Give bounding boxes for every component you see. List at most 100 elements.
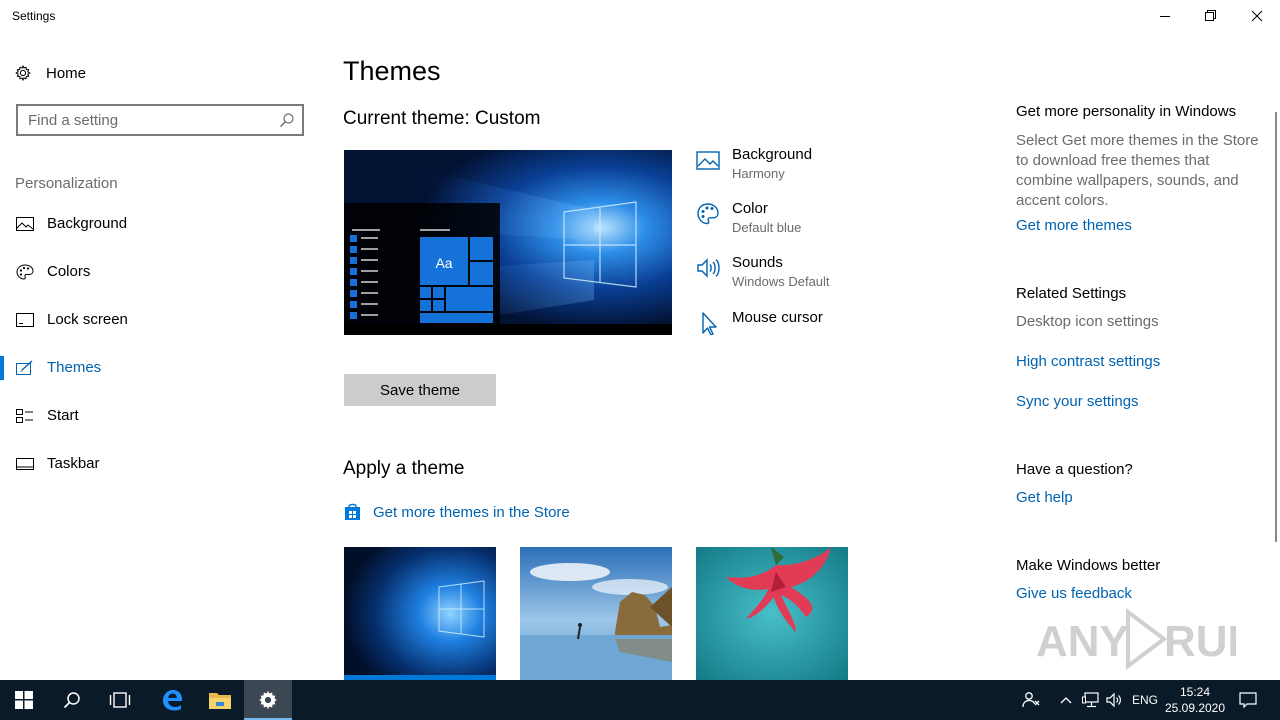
minimize-icon xyxy=(1160,16,1170,17)
palette-icon xyxy=(697,203,719,225)
clock-date: 25.09.2020 xyxy=(1164,701,1226,715)
sidebar-item-label: Taskbar xyxy=(47,455,100,472)
gear-icon xyxy=(15,65,31,81)
palette-icon xyxy=(16,264,34,280)
sidebar-item-label: Lock screen xyxy=(47,311,128,328)
image-icon xyxy=(16,217,34,231)
sidebar-item-label: Background xyxy=(47,215,128,232)
desktop-icon-settings-link: Desktop icon settings xyxy=(1016,313,1159,330)
apply-theme-heading: Apply a theme xyxy=(343,458,465,479)
theme-thumbnail-flower[interactable] xyxy=(696,547,848,680)
property-value: Harmony xyxy=(732,166,785,181)
settings-window: Settings Home Find a setting Personaliza… xyxy=(0,0,1280,680)
give-feedback-link[interactable]: Give us feedback xyxy=(1016,585,1132,602)
current-theme-heading: Current theme: Custom xyxy=(343,108,540,130)
gear-icon xyxy=(259,691,277,709)
store-bag-icon xyxy=(345,503,360,520)
page-title: Themes xyxy=(343,56,441,86)
restore-button[interactable] xyxy=(1188,0,1234,32)
action-center-button[interactable] xyxy=(1234,680,1262,720)
sidebar-item-taskbar[interactable]: Taskbar xyxy=(0,444,320,484)
brush-icon xyxy=(16,360,33,375)
make-windows-better-heading: Make Windows better xyxy=(1016,557,1161,574)
edge-taskbar-button[interactable] xyxy=(148,680,196,720)
get-help-link[interactable]: Get help xyxy=(1016,489,1073,506)
network-tray-button[interactable] xyxy=(1080,680,1102,720)
search-icon xyxy=(63,692,80,709)
start-button[interactable] xyxy=(0,680,48,720)
wallpaper-preview-image: Aa xyxy=(344,150,672,335)
current-theme-label: Current theme: xyxy=(343,108,470,129)
windows-theme-image xyxy=(344,547,496,680)
people-icon xyxy=(1022,692,1040,708)
preview-tile-text: Aa xyxy=(435,255,452,271)
search-input[interactable]: Find a setting xyxy=(28,112,118,129)
sidebar-item-background[interactable]: Background xyxy=(0,204,320,244)
close-button[interactable] xyxy=(1234,0,1280,32)
search-taskbar-button[interactable] xyxy=(48,680,96,720)
property-value: Windows Default xyxy=(732,274,830,289)
sync-settings-link[interactable]: Sync your settings xyxy=(1016,393,1139,410)
close-icon xyxy=(1251,10,1263,22)
language-indicator[interactable]: ENG xyxy=(1130,680,1160,720)
flower-theme-image xyxy=(696,547,848,680)
sidebar-item-label: Colors xyxy=(47,263,91,280)
svg-text:RUN: RUN xyxy=(1164,617,1236,666)
image-icon xyxy=(696,151,720,170)
taskbar-icon xyxy=(16,458,34,470)
home-link[interactable]: Home xyxy=(15,62,86,84)
theme-thumbnail-windows[interactable] xyxy=(344,547,496,680)
section-label: Personalization xyxy=(15,175,118,192)
start-icon xyxy=(16,409,33,423)
anyrun-watermark-logo: ANY RUN xyxy=(1036,608,1236,670)
clock[interactable]: 15:24 25.09.2020 xyxy=(1160,684,1230,716)
minimize-button[interactable] xyxy=(1142,0,1188,32)
file-explorer-taskbar-button[interactable] xyxy=(196,680,244,720)
property-name: Sounds xyxy=(732,254,783,271)
search-icon[interactable] xyxy=(279,112,295,128)
title-bar: Settings xyxy=(0,0,1280,32)
search-box[interactable]: Find a setting xyxy=(16,104,304,136)
lock-screen-icon xyxy=(16,313,34,327)
volume-icon xyxy=(1106,692,1121,708)
save-theme-button[interactable]: Save theme xyxy=(344,374,496,406)
people-tray-button[interactable] xyxy=(1018,680,1044,720)
edge-browser-icon xyxy=(163,690,182,711)
cursor-icon xyxy=(702,312,717,335)
speaker-icon xyxy=(697,258,720,278)
restore-icon xyxy=(1205,10,1216,21)
related-settings-heading: Related Settings xyxy=(1016,285,1127,302)
taskbar: ENG 15:24 25.09.2020 xyxy=(0,680,1280,720)
get-more-themes-link[interactable]: Get more themes xyxy=(1016,217,1132,234)
folder-icon xyxy=(209,693,231,709)
high-contrast-settings-link[interactable]: High contrast settings xyxy=(1016,353,1160,370)
scrollbar[interactable] xyxy=(1275,112,1277,542)
sidebar-item-start[interactable]: Start xyxy=(0,396,320,436)
network-icon xyxy=(1082,692,1099,708)
chevron-up-icon xyxy=(1060,697,1072,704)
clock-time: 15:24 xyxy=(1179,685,1211,699)
sidebar-item-label: Start xyxy=(47,407,79,424)
personality-text: Select Get more themes in the Store to d… xyxy=(1016,132,1259,209)
personality-heading: Get more personality in Windows xyxy=(1016,103,1237,120)
notification-icon xyxy=(1239,692,1257,708)
sidebar-item-themes[interactable]: Themes xyxy=(0,348,320,388)
active-indicator xyxy=(0,356,4,380)
store-link[interactable]: Get more themes in the Store xyxy=(344,502,570,522)
volume-tray-button[interactable] xyxy=(1104,680,1126,720)
task-view-button[interactable] xyxy=(96,680,144,720)
property-name: Color xyxy=(732,200,768,217)
settings-taskbar-button[interactable] xyxy=(244,680,292,720)
sidebar-item-colors[interactable]: Colors xyxy=(0,252,320,292)
theme-preview: Aa xyxy=(344,150,672,335)
windows-logo-icon xyxy=(15,691,33,709)
show-hidden-icons-button[interactable] xyxy=(1056,680,1076,720)
property-name: Mouse cursor xyxy=(732,309,823,326)
beach-theme-image xyxy=(520,547,672,680)
current-theme-name: Custom xyxy=(475,108,541,129)
sidebar-item-label: Themes xyxy=(47,359,102,376)
theme-thumbnail-beach[interactable] xyxy=(520,547,672,680)
home-label: Home xyxy=(46,64,87,82)
store-link-label: Get more themes in the Store xyxy=(373,503,570,521)
sidebar-item-lock-screen[interactable]: Lock screen xyxy=(0,300,320,340)
